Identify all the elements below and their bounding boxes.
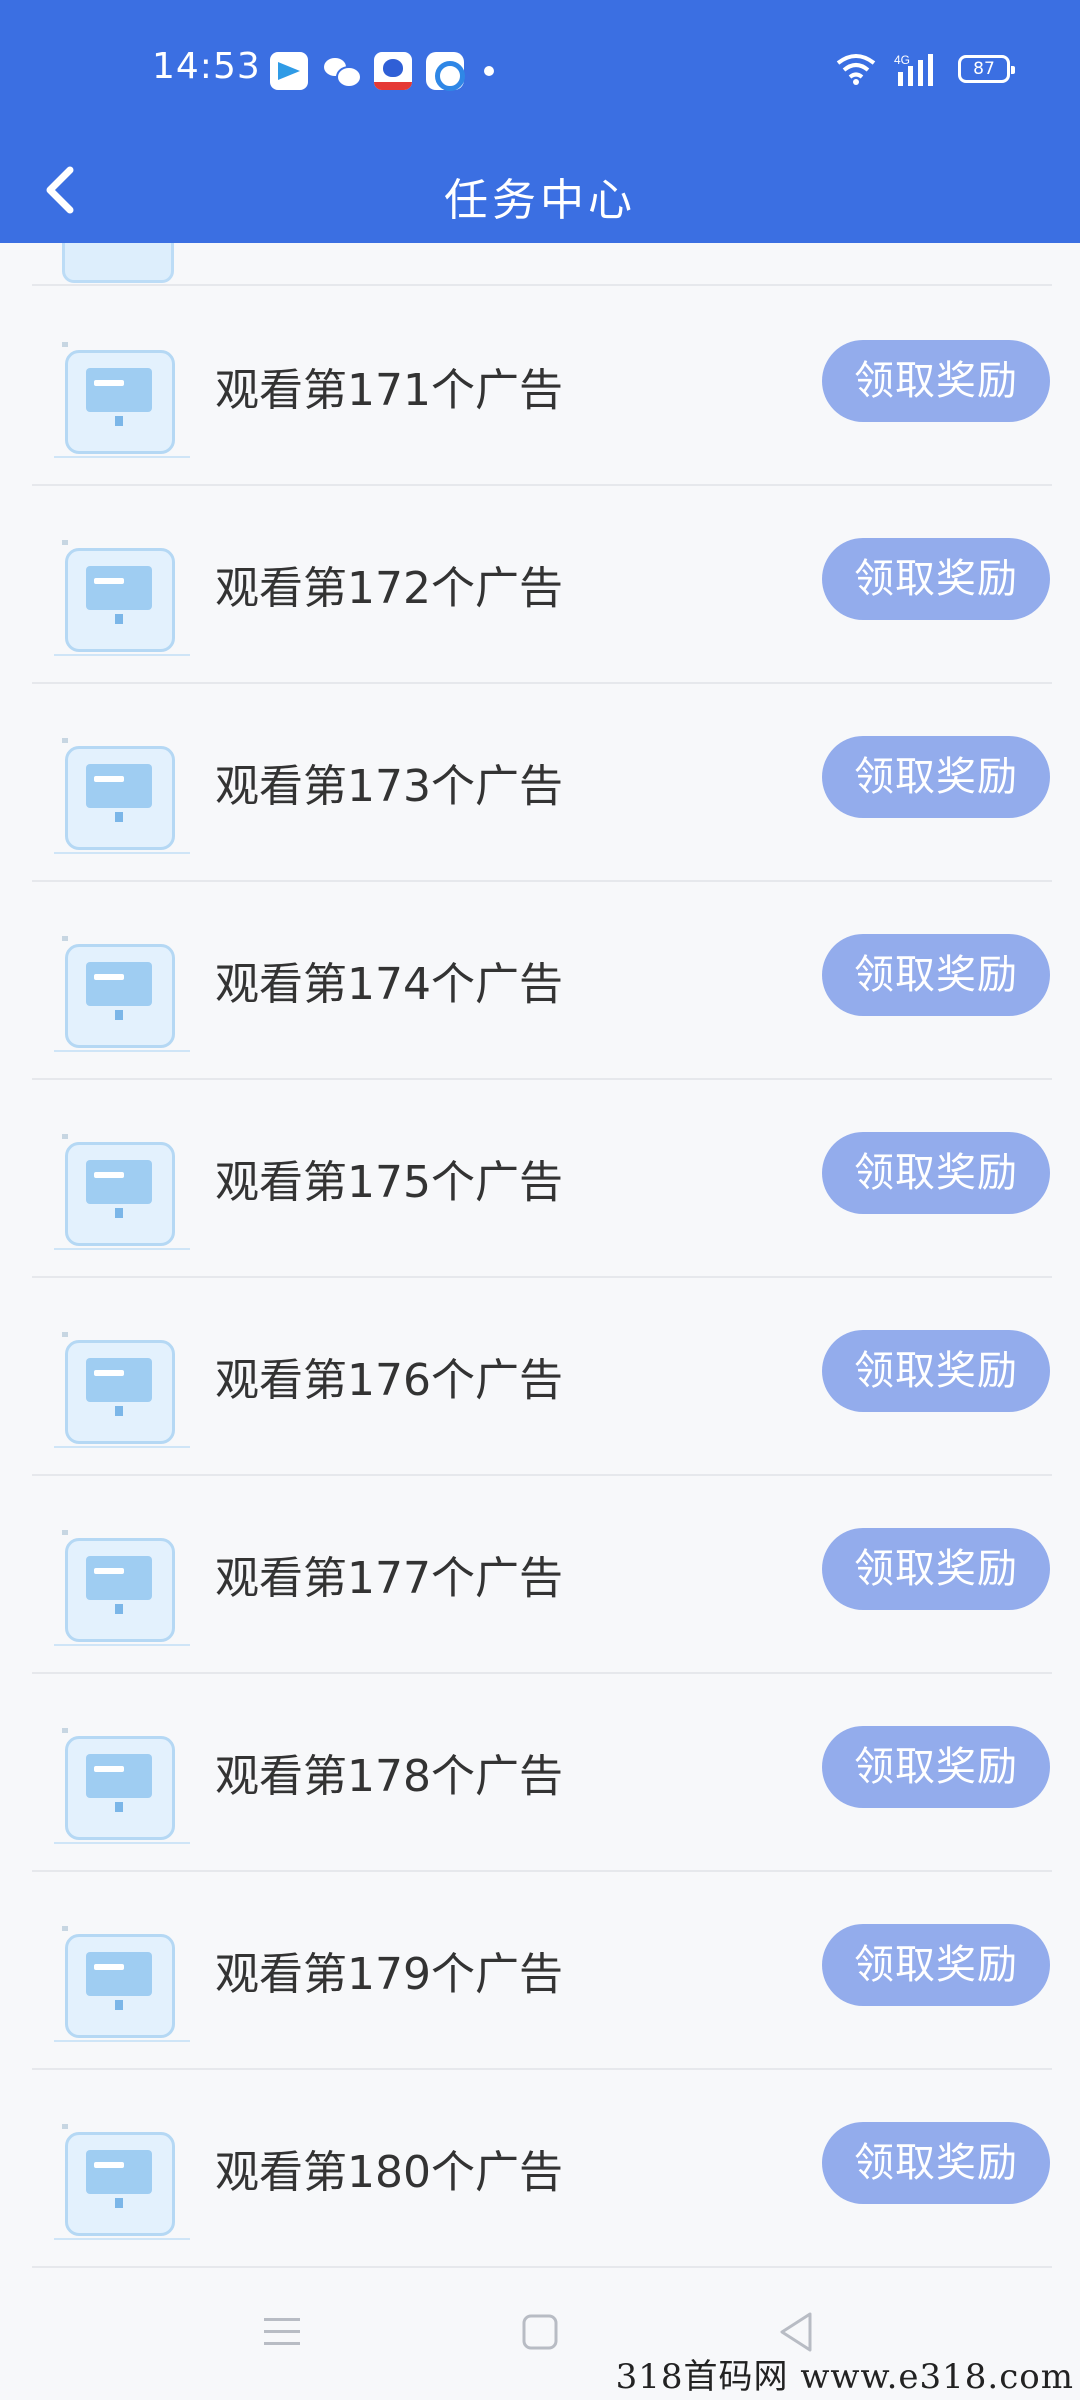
ad-thumbnail-icon <box>54 1728 190 1844</box>
task-label: 观看第177个广告 <box>215 1553 563 1604</box>
list-item-partial <box>32 243 1052 286</box>
ad-thumbnail-icon <box>54 1134 190 1250</box>
ad-thumbnail-icon <box>54 540 190 656</box>
signal-icon: 4G <box>894 52 940 86</box>
task-row: 观看第173个广告 领取奖励 <box>32 684 1052 882</box>
task-label: 观看第176个广告 <box>215 1355 563 1406</box>
task-label: 观看第174个广告 <box>215 959 563 1010</box>
task-row: 观看第178个广告 领取奖励 <box>32 1674 1052 1872</box>
task-label: 观看第171个广告 <box>215 365 563 416</box>
ad-thumbnail-icon <box>54 2124 190 2240</box>
app-header: 任务中心 <box>0 140 1080 243</box>
more-notifications-dot <box>484 66 494 76</box>
system-icons: 4G 87 <box>836 52 1015 86</box>
task-list[interactable]: 观看第171个广告 领取奖励 观看第172个广告 领取奖励 观看第173个广告 领取奖励观… <box>32 243 1052 2268</box>
watermark-text: 318首码网 www.e318.com <box>615 2357 1074 2397</box>
telegram-icon <box>270 52 308 90</box>
baidu-icon <box>374 52 412 90</box>
claim-reward-button[interactable]: 领取奖励 <box>822 340 1050 422</box>
task-label: 观看第180个广告 <box>215 2147 563 2198</box>
status-time: 14:53 <box>152 46 261 87</box>
network-type-label: 4G <box>894 53 910 67</box>
task-label: 观看第172个广告 <box>215 563 563 614</box>
task-row: 观看第175个广告 领取奖励 <box>32 1080 1052 1278</box>
task-row: 观看第176个广告 领取奖励 <box>32 1278 1052 1476</box>
ad-thumbnail-icon <box>54 1332 190 1448</box>
system-nav-bar: 318首码网 www.e318.com <box>0 2268 1080 2400</box>
claim-reward-button[interactable]: 领取奖励 <box>822 2122 1050 2204</box>
task-row: 观看第171个广告 领取奖励 <box>32 288 1052 486</box>
task-label: 观看第179个广告 <box>215 1949 563 2000</box>
claim-reward-button[interactable]: 领取奖励 <box>822 1924 1050 2006</box>
ad-thumbnail-icon <box>54 342 190 458</box>
claim-reward-button[interactable]: 领取奖励 <box>822 934 1050 1016</box>
ad-thumbnail-icon <box>54 1926 190 2042</box>
wifi-icon <box>836 53 876 85</box>
ad-thumbnail-icon <box>54 738 190 854</box>
notification-icons <box>270 52 494 91</box>
menu-icon[interactable] <box>252 2302 312 2362</box>
claim-reward-button[interactable]: 领取奖励 <box>822 1528 1050 1610</box>
battery-indicator: 87 <box>958 55 1015 83</box>
ad-thumbnail-icon <box>62 243 174 283</box>
claim-reward-button[interactable]: 领取奖励 <box>822 1132 1050 1214</box>
page-title: 任务中心 <box>444 175 636 226</box>
ad-thumbnail-icon <box>54 936 190 1052</box>
app-screen: 14:53 4G 87 任务中心 观看第171个广告 领取奖励 观看第172个广… <box>0 0 1080 2400</box>
task-label: 观看第173个广告 <box>215 761 563 812</box>
circle-app-icon <box>426 52 465 91</box>
task-label: 观看第178个广告 <box>215 1751 563 1802</box>
status-bar: 14:53 4G 87 <box>0 0 1080 140</box>
task-row: 观看第179个广告 领取奖励 <box>32 1872 1052 2070</box>
task-label: 观看第175个广告 <box>215 1157 563 1208</box>
task-row: 观看第180个广告 领取奖励 <box>32 2070 1052 2268</box>
task-row: 观看第177个广告 领取奖励 <box>32 1476 1052 1674</box>
task-row: 观看第174个广告 领取奖励 <box>32 882 1052 1080</box>
claim-reward-button[interactable]: 领取奖励 <box>822 538 1050 620</box>
home-square-icon[interactable] <box>510 2302 570 2362</box>
claim-reward-button[interactable]: 领取奖励 <box>822 736 1050 818</box>
claim-reward-button[interactable]: 领取奖励 <box>822 1330 1050 1412</box>
claim-reward-button[interactable]: 领取奖励 <box>822 1726 1050 1808</box>
wechat-icon <box>322 52 362 90</box>
task-row: 观看第172个广告 领取奖励 <box>32 486 1052 684</box>
ad-thumbnail-icon <box>54 1530 190 1646</box>
